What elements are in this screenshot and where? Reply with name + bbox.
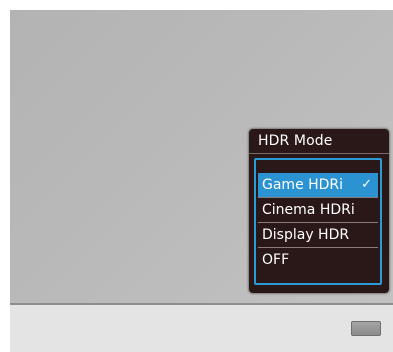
hdr-mode-menu: HDR Mode Game HDRi ✓ Cinema HDRi Display… — [248, 128, 390, 294]
option-label: Display HDR — [262, 227, 350, 243]
hdr-mode-options: Game HDRi ✓ Cinema HDRi Display HDR OFF — [254, 158, 382, 285]
menu-title: HDR Mode — [258, 133, 333, 149]
option-game-hdri[interactable]: Game HDRi ✓ — [258, 173, 378, 197]
option-label: Cinema HDRi — [262, 202, 355, 218]
check-icon: ✓ — [361, 177, 372, 192]
option-display-hdr[interactable]: Display HDR — [258, 223, 378, 247]
option-off[interactable]: OFF — [258, 248, 378, 272]
option-cinema-hdri[interactable]: Cinema HDRi — [258, 198, 378, 222]
option-label: OFF — [262, 252, 290, 268]
title-divider — [249, 153, 389, 154]
power-button[interactable] — [351, 321, 381, 336]
option-label: Game HDRi — [262, 177, 344, 193]
bezel-edge — [10, 303, 393, 305]
